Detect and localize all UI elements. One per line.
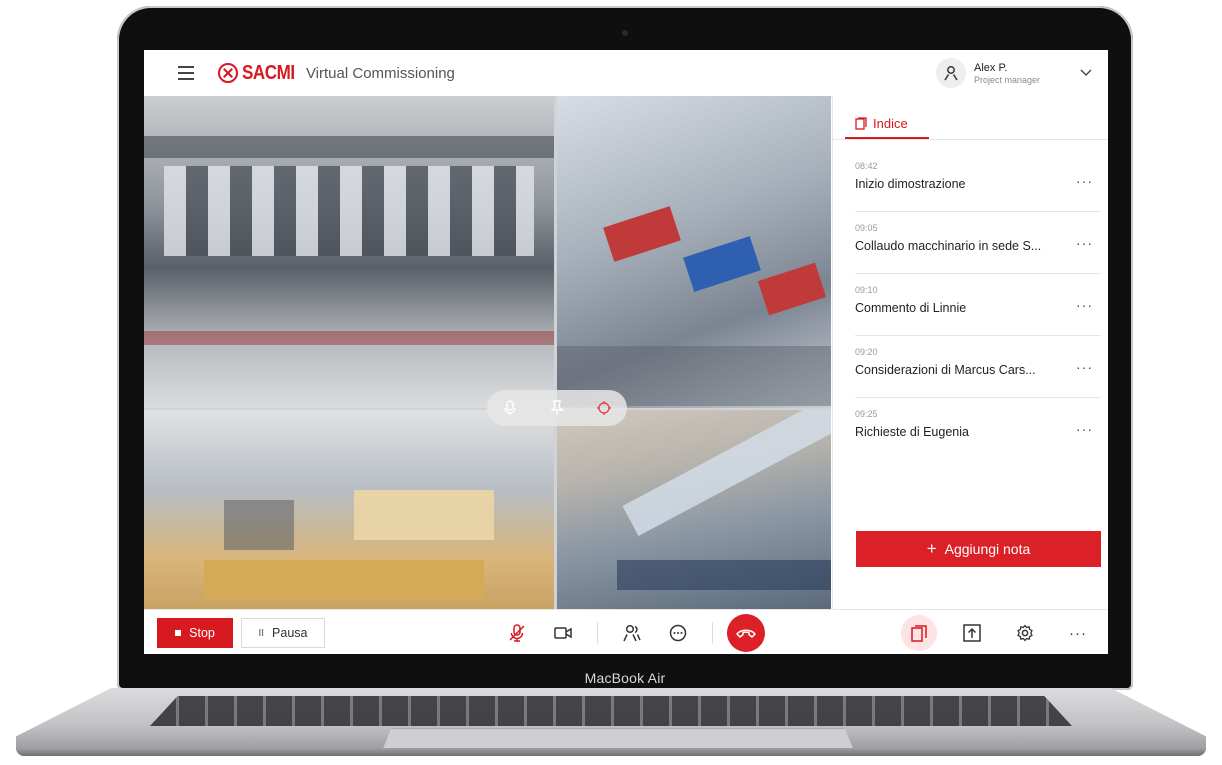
avatar[interactable]	[936, 58, 966, 88]
notes-panel: Indice 08:42 Inizio dimostrazione ··· 09…	[832, 96, 1108, 609]
note-title: Considerazioni di Marcus Cars...	[855, 363, 1036, 377]
pause-icon: II	[258, 627, 265, 639]
list-item[interactable]: 09:20 Considerazioni di Marcus Cars... ·…	[855, 336, 1101, 398]
camera-icon[interactable]	[549, 619, 577, 647]
user-icon	[944, 66, 958, 81]
video-grid	[144, 96, 831, 609]
toolbar-divider	[712, 622, 713, 644]
notes-toggle-button[interactable]	[901, 615, 937, 651]
user-info: Alex P. Project manager	[974, 62, 1066, 85]
notes-list: 08:42 Inizio dimostrazione ··· 09:05 Col…	[833, 150, 1108, 459]
video-tile-1[interactable]	[144, 96, 554, 408]
note-time: 08:42	[855, 161, 878, 171]
target-icon[interactable]	[592, 396, 616, 420]
stop-label: Stop	[189, 626, 215, 640]
note-title: Richieste di Eugenia	[855, 425, 969, 439]
mic-off-icon[interactable]	[503, 619, 531, 647]
stop-button[interactable]: Stop	[157, 618, 233, 648]
pin-icon[interactable]	[545, 396, 569, 420]
note-time: 09:20	[855, 347, 878, 357]
participants-icon[interactable]	[618, 619, 646, 647]
user-role: Project manager	[974, 74, 1041, 85]
video-tile-3[interactable]	[144, 410, 554, 609]
note-time: 09:10	[855, 285, 878, 295]
list-item[interactable]: 08:42 Inizio dimostrazione ···	[855, 150, 1101, 212]
note-time: 09:25	[855, 409, 878, 419]
tile-controls	[487, 390, 627, 426]
user-name: Alex P.	[974, 61, 1008, 74]
user-menu[interactable]: Alex P. Project manager	[936, 56, 1092, 90]
note-title: Commento di Linnie	[855, 301, 967, 315]
laptop-base	[16, 748, 1206, 756]
gear-icon[interactable]	[1011, 619, 1039, 647]
video-tile-2[interactable]	[557, 96, 831, 408]
upload-icon[interactable]	[958, 619, 986, 647]
laptop-keyboard	[150, 696, 1072, 726]
more-icon[interactable]: ···	[1076, 359, 1093, 375]
top-bar: SACMI Virtual Commissioning Alex P. Proj…	[144, 50, 1108, 97]
tab-indice-label: Indice	[873, 115, 908, 131]
app-screen: SACMI Virtual Commissioning Alex P. Proj…	[144, 50, 1108, 654]
notes-icon	[855, 116, 867, 130]
more-icon[interactable]: ···	[1076, 235, 1093, 251]
stop-icon	[175, 630, 182, 636]
app-title: Virtual Commissioning	[305, 64, 455, 82]
hangup-icon	[736, 629, 756, 638]
laptop-camera	[622, 30, 628, 36]
list-item[interactable]: 09:10 Commento di Linnie ···	[855, 274, 1101, 336]
more-icon[interactable]: ···	[1076, 173, 1093, 189]
mic-icon[interactable]	[498, 396, 522, 420]
add-note-button[interactable]: + Aggiungi nota	[856, 531, 1101, 567]
chevron-down-icon[interactable]	[1080, 69, 1092, 77]
tab-indice[interactable]: Indice	[855, 110, 908, 136]
chat-icon[interactable]	[664, 619, 692, 647]
video-tile-4[interactable]	[557, 410, 831, 609]
hangup-button[interactable]	[727, 614, 765, 652]
pause-label: Pausa	[272, 626, 308, 640]
device-label: MacBook Air	[584, 670, 666, 686]
more-icon[interactable]: ···	[1064, 619, 1092, 647]
logo-text: SACMI	[242, 61, 295, 84]
more-icon[interactable]: ···	[1076, 297, 1093, 313]
add-note-label: Aggiungi nota	[944, 541, 1031, 557]
notes-icon	[911, 624, 927, 642]
logo-mark-icon	[218, 63, 238, 83]
note-title: Inizio dimostrazione	[855, 177, 966, 191]
plus-icon: +	[926, 539, 937, 558]
note-time: 09:05	[855, 223, 878, 233]
list-item[interactable]: 09:25 Richieste di Eugenia ···	[855, 398, 1101, 459]
tab-divider	[833, 139, 1108, 140]
call-toolbar: Stop II Pausa ···	[144, 609, 1108, 654]
pause-button[interactable]: II Pausa	[241, 618, 325, 648]
hamburger-icon[interactable]	[178, 66, 194, 80]
list-item[interactable]: 09:05 Collaudo macchinario in sede S... …	[855, 212, 1101, 274]
more-icon[interactable]: ···	[1076, 421, 1093, 437]
note-title: Collaudo macchinario in sede S...	[855, 239, 1042, 253]
toolbar-divider	[597, 622, 598, 644]
sacmi-logo: SACMI	[218, 62, 304, 85]
